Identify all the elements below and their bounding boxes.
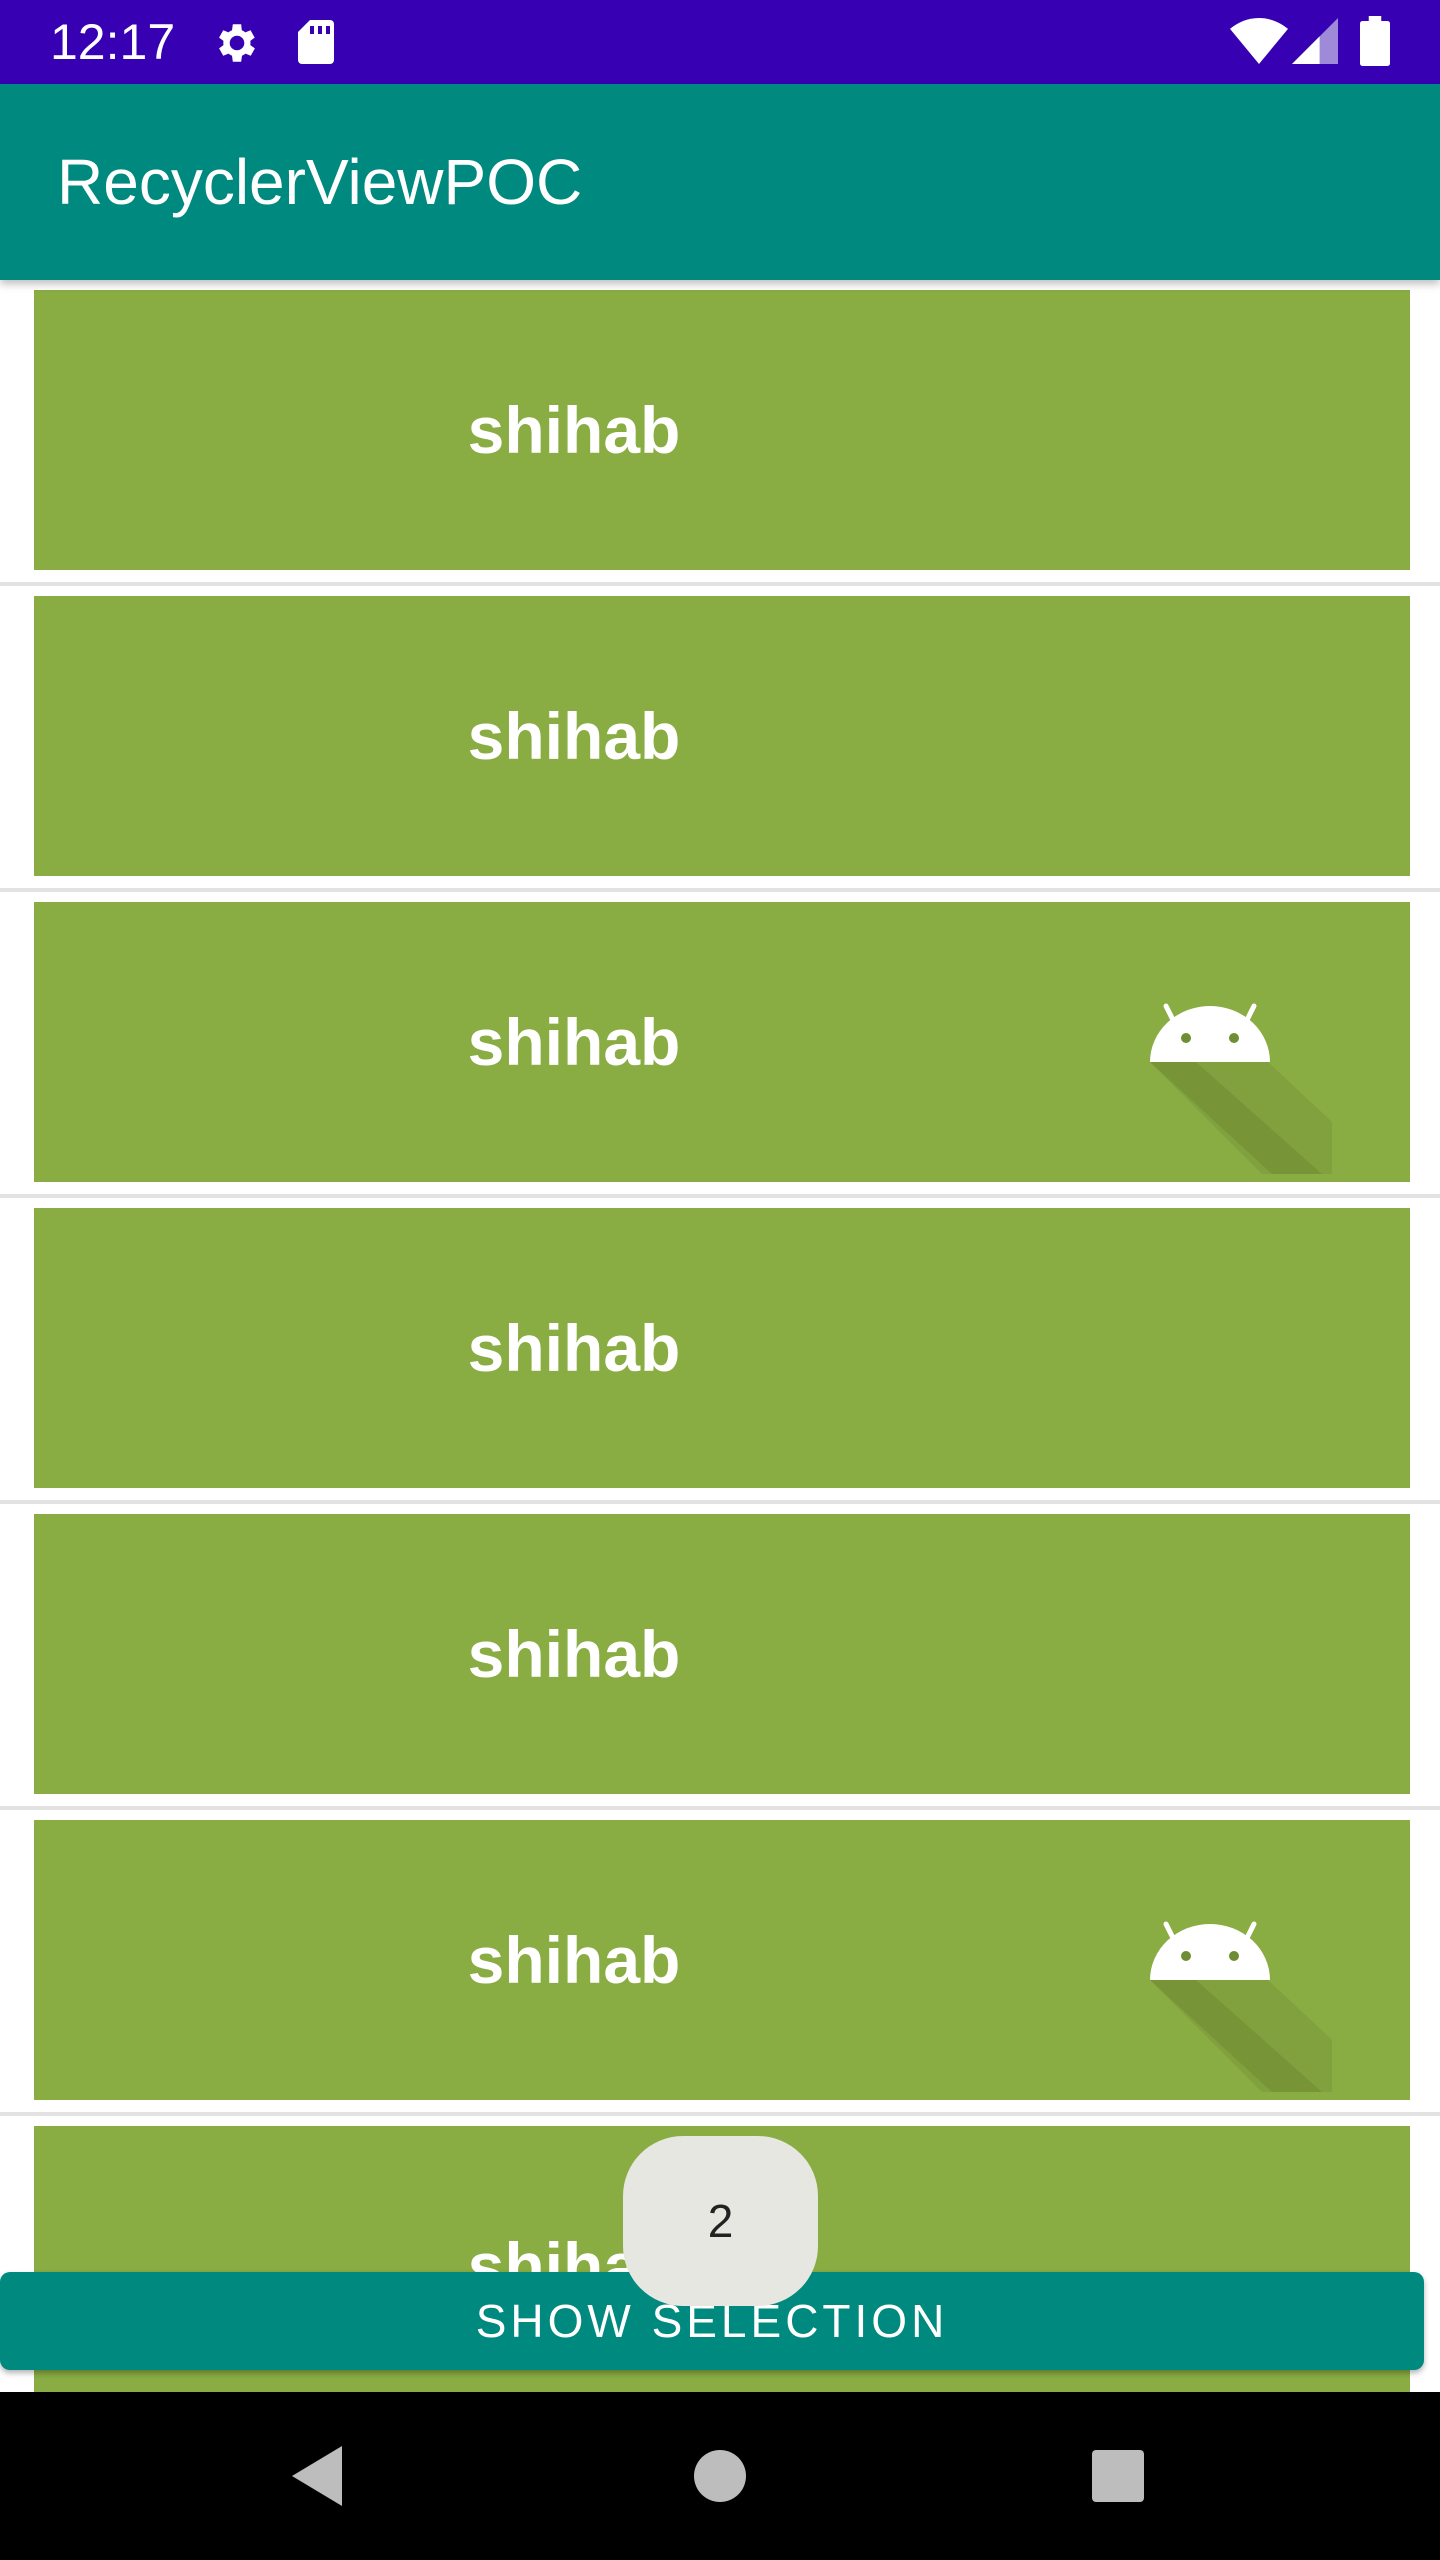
home-icon[interactable]: [678, 2434, 762, 2518]
recycler-list[interactable]: shihab shihab shihab shihab shihab shiha…: [0, 280, 1440, 2392]
list-item-label: shihab: [467, 1005, 681, 1079]
android-selected-icon: [1150, 1003, 1332, 1174]
screen: 12:17 RecyclerViewPOC shihab shihab shih…: [0, 0, 1440, 2560]
status-time: 12:17: [50, 14, 176, 70]
back-icon[interactable]: [276, 2434, 360, 2518]
list-item[interactable]: shihab: [0, 586, 1440, 892]
list-item[interactable]: shihab: [0, 1810, 1440, 2116]
selection-count-chip[interactable]: 2: [623, 2136, 818, 2306]
list-item-card[interactable]: shihab: [34, 1820, 1410, 2100]
list-item-label: shihab: [467, 1617, 681, 1691]
list-item[interactable]: shihab: [0, 1504, 1440, 1810]
signal-icon: [1292, 18, 1338, 64]
app-title: RecyclerViewPOC: [57, 146, 583, 218]
list-item-label: shihab: [467, 393, 681, 467]
list-item-card[interactable]: shihab: [34, 290, 1410, 570]
list-item[interactable]: shihab: [0, 1198, 1440, 1504]
app-bar: RecyclerViewPOC: [0, 84, 1440, 280]
list-item[interactable]: shihab: [0, 280, 1440, 586]
list-item-card[interactable]: shihab: [34, 1514, 1410, 1794]
android-selected-icon: [1150, 1921, 1332, 2092]
status-bar: 12:17: [0, 0, 1440, 84]
navigation-bar: [0, 2392, 1440, 2560]
list-item-label: shihab: [467, 699, 681, 773]
list-item-label: shihab: [467, 1923, 681, 1997]
wifi-icon: [1230, 18, 1288, 64]
list-item-label: shihab: [467, 1311, 681, 1385]
list-item-card[interactable]: shihab: [34, 596, 1410, 876]
battery-icon: [1360, 16, 1390, 66]
sd-card-icon: [296, 18, 336, 66]
recents-icon[interactable]: [1076, 2434, 1160, 2518]
list-item[interactable]: shihab: [0, 892, 1440, 1198]
list-item-card[interactable]: shihab: [34, 902, 1410, 1182]
list-item-card[interactable]: shihab: [34, 1208, 1410, 1488]
gear-icon: [212, 18, 262, 68]
